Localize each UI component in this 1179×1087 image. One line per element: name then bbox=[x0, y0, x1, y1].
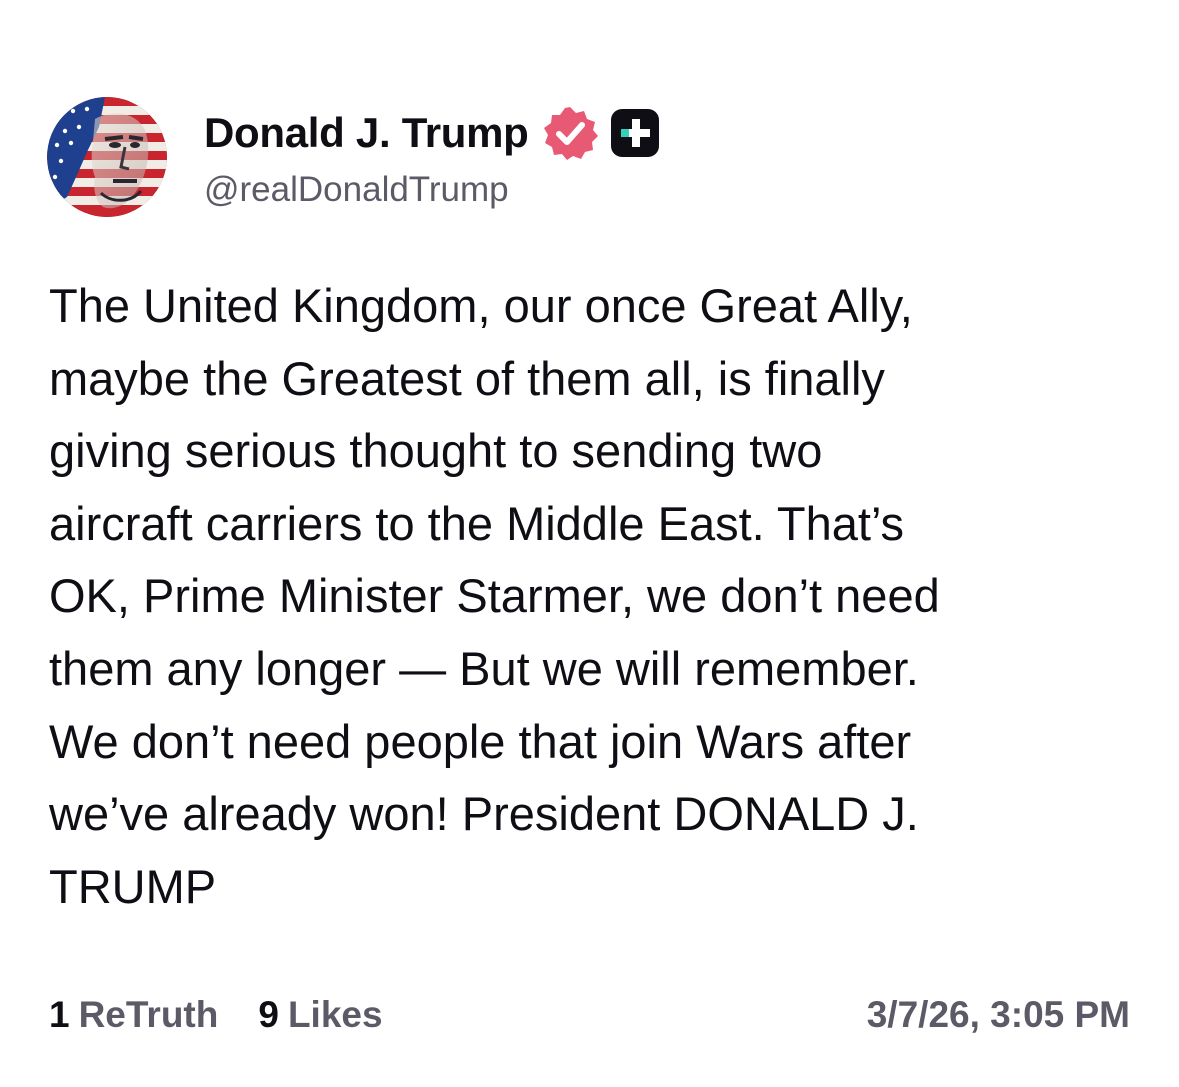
likes-label: Likes bbox=[287, 994, 383, 1035]
plus-badge-icon bbox=[609, 107, 661, 159]
likes-count: 9 bbox=[258, 994, 279, 1035]
retruths-label: ReTruth bbox=[78, 994, 219, 1035]
truth-post: Donald J. Trump @realDonaldTrump The Uni… bbox=[0, 0, 1179, 1087]
author-name-row: Donald J. Trump bbox=[204, 104, 661, 162]
retruths-stat[interactable]: 1 ReTruth bbox=[49, 994, 218, 1036]
author-display-name[interactable]: Donald J. Trump bbox=[204, 109, 529, 157]
avatar-image bbox=[47, 97, 167, 217]
retruths-count: 1 bbox=[49, 994, 70, 1035]
post-timestamp[interactable]: 3/7/26, 3:05 PM bbox=[867, 994, 1130, 1036]
verified-badge-icon bbox=[541, 104, 599, 162]
author-avatar[interactable] bbox=[47, 97, 167, 217]
post-text: The United Kingdom, our once Great Ally,… bbox=[49, 279, 940, 913]
post-footer: 1 ReTruth 9 Likes 3/7/26, 3:05 PM bbox=[49, 990, 1130, 1040]
author-handle[interactable]: @realDonaldTrump bbox=[204, 170, 509, 210]
likes-stat[interactable]: 9 Likes bbox=[258, 994, 382, 1036]
